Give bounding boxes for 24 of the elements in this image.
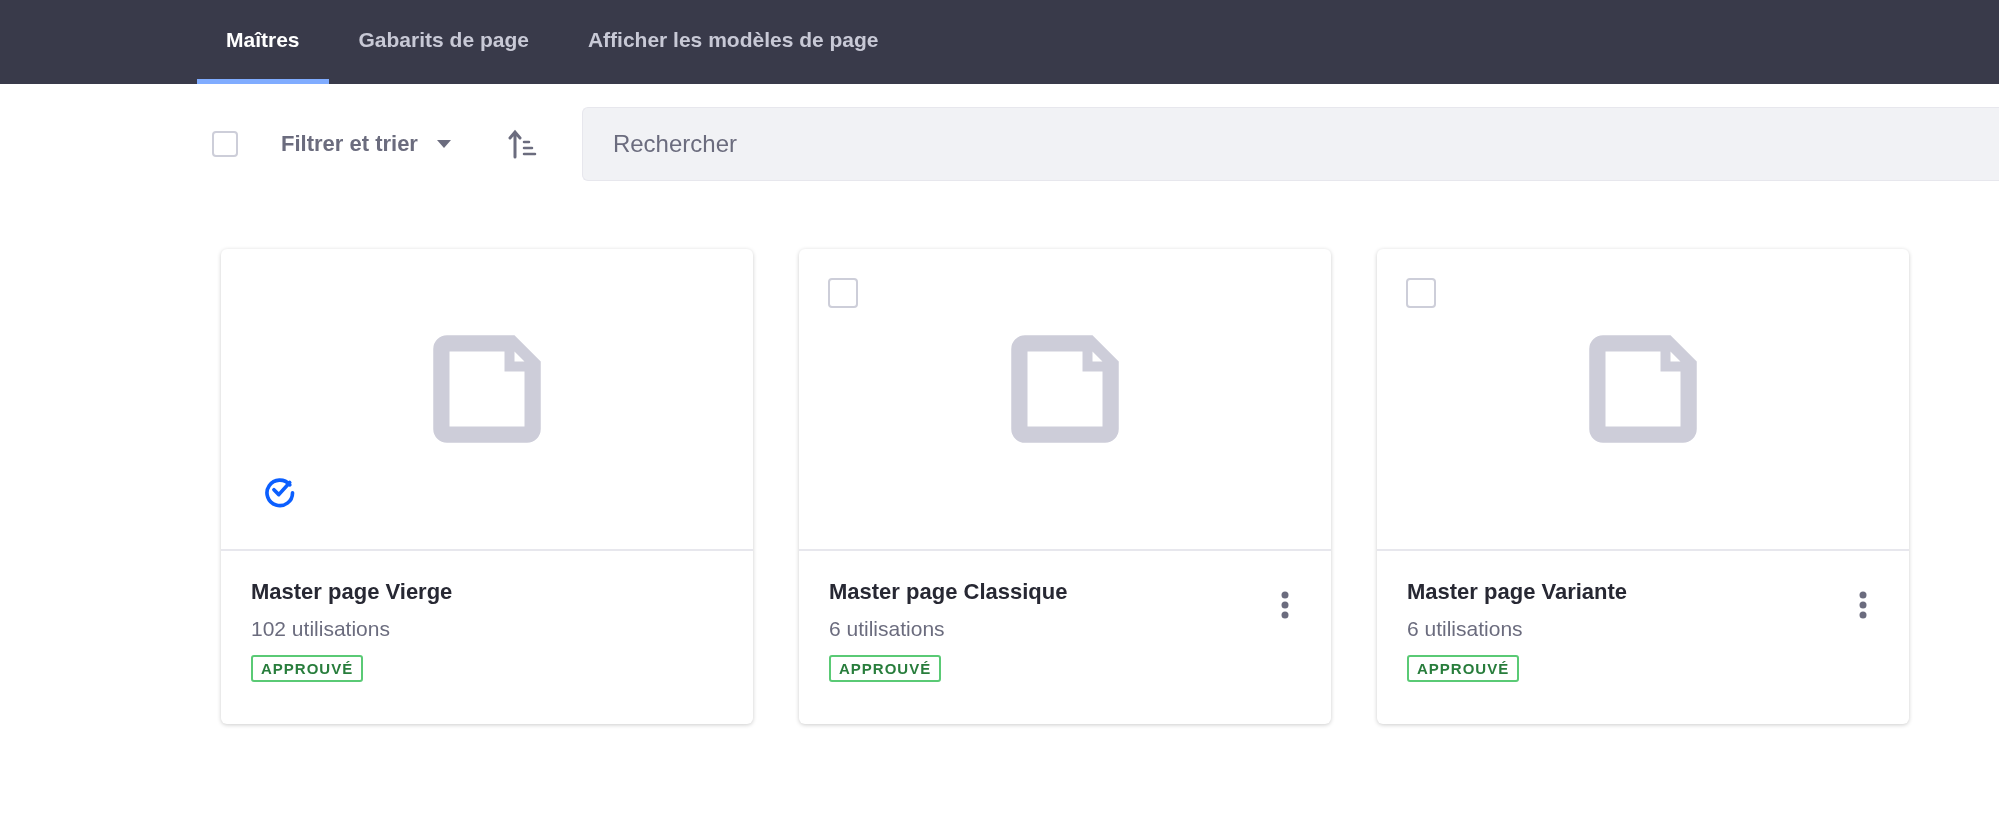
status-label: APPROUVÉ	[829, 655, 942, 682]
usage-count: 102 utilisations	[251, 617, 390, 641]
page-card[interactable]: Master page Vierge 102 utilisations APPROUVÉ	[221, 249, 753, 724]
more-options-icon[interactable]	[1858, 591, 1868, 619]
card-title: Master page Vierge	[251, 579, 453, 605]
status-label: APPROUVÉ	[1407, 655, 1520, 682]
card-checkbox[interactable]	[828, 278, 858, 308]
more-options-icon[interactable]	[1280, 591, 1290, 619]
search-field[interactable]: Rechercher	[581, 107, 1999, 181]
usage-count: 6 utilisations	[829, 617, 945, 641]
card-title: Master page Classique	[829, 579, 1068, 605]
page-card[interactable]: Master page Classique 6 utilisations APPROUVÉ	[799, 249, 1331, 724]
card-title: Master page Variante	[1407, 579, 1628, 605]
sort-icon[interactable]	[506, 129, 537, 159]
tab[interactable]: Gabarits de page	[329, 0, 558, 84]
usage-count: 6 utilisations	[1407, 617, 1523, 641]
filter-dropdown[interactable]: Filtrer et trier	[281, 131, 452, 157]
caret-icon	[435, 139, 452, 149]
tab[interactable]: Maîtres	[197, 0, 329, 84]
tab[interactable]: Afficher les modèles de page	[558, 0, 908, 84]
select-all-checkbox[interactable]	[212, 131, 238, 157]
page-card[interactable]: Master page Variante 6 utilisations APPROUVÉ	[1377, 249, 1909, 724]
status-label: APPROUVÉ	[251, 655, 364, 682]
card-checkbox[interactable]	[1406, 278, 1436, 308]
